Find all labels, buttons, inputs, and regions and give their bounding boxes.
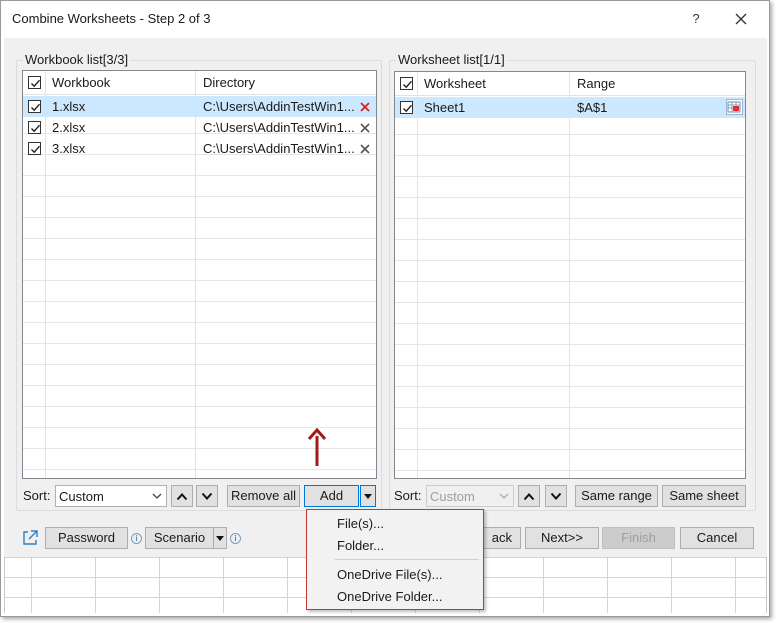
annotation-arrow-icon: [307, 428, 327, 466]
directory-column-header[interactable]: Directory: [203, 75, 255, 90]
workbook-sort-label: Sort:: [23, 488, 51, 503]
dialog-body: Workbook list[3/3] Workbook Directory 1.…: [4, 38, 767, 557]
worksheet-sort-select[interactable]: Custom: [426, 485, 514, 507]
workbook-move-up-button[interactable]: [171, 485, 193, 507]
menu-item-files[interactable]: File(s)...: [337, 516, 384, 531]
workbook-directory: C:\Users\AddinTestWin1...: [203, 99, 355, 114]
window-title: Combine Worksheets - Step 2 of 3: [12, 11, 211, 26]
workbook-name: 1.xlsx: [52, 99, 86, 114]
external-link-icon: [23, 530, 38, 545]
add-dropdown-button[interactable]: [360, 485, 376, 507]
cancel-button[interactable]: Cancel: [680, 527, 754, 549]
workbook-grid-header: Workbook Directory: [23, 71, 376, 95]
select-all-workbooks-checkbox[interactable]: [28, 76, 41, 89]
range-column-header[interactable]: Range: [577, 76, 615, 91]
scenario-dropdown-button[interactable]: [213, 527, 227, 549]
password-info-icon[interactable]: i: [131, 533, 142, 544]
worksheet-row-checkbox[interactable]: [400, 101, 413, 114]
chevron-down-icon: [550, 492, 562, 500]
remove-row-icon[interactable]: [360, 102, 370, 112]
check-icon: [31, 79, 41, 88]
workbook-name: 2.xlsx: [52, 120, 86, 135]
worksheet-name: Sheet1: [424, 100, 466, 115]
remove-row-icon[interactable]: [360, 144, 370, 154]
chevron-down-icon: [201, 492, 213, 500]
menu-item-folder[interactable]: Folder...: [337, 538, 384, 553]
help-button[interactable]: ?: [683, 6, 709, 32]
finish-button: Finish: [602, 527, 675, 549]
chevron-down-icon: [152, 493, 162, 499]
menu-item-onedrive-files[interactable]: OneDrive File(s)...: [337, 567, 442, 582]
workbook-sort-value: Custom: [59, 489, 104, 504]
share-link-button[interactable]: [21, 529, 39, 550]
check-icon: [403, 80, 413, 89]
table-row[interactable]: 1.xlsx C:\Users\AddinTestWin1...: [23, 96, 376, 117]
next-button[interactable]: Next>>: [525, 527, 599, 549]
workbook-move-down-button[interactable]: [196, 485, 218, 507]
add-button[interactable]: Add: [304, 485, 359, 507]
column-divider: [417, 72, 418, 478]
scenario-info-icon[interactable]: i: [230, 533, 241, 544]
select-all-worksheets-checkbox[interactable]: [400, 77, 413, 90]
range-picker-button[interactable]: [726, 99, 743, 115]
chevron-down-icon: [499, 493, 509, 499]
chevron-up-icon: [176, 493, 188, 501]
worksheet-grid-header: Worksheet Range: [395, 72, 745, 96]
close-button[interactable]: [728, 6, 754, 32]
same-range-button[interactable]: Same range: [575, 485, 658, 507]
range-select-icon: [727, 101, 741, 113]
worksheet-range: $A$1: [577, 100, 608, 115]
check-icon: [31, 103, 41, 112]
remove-row-icon[interactable]: [360, 123, 370, 133]
workbook-row-checkbox[interactable]: [28, 142, 41, 155]
column-divider: [569, 72, 570, 478]
workbook-row-checkbox[interactable]: [28, 121, 41, 134]
menu-item-onedrive-folder[interactable]: OneDrive Folder...: [337, 589, 443, 604]
table-row[interactable]: Sheet1 $A$1: [395, 97, 745, 118]
worksheet-list-title: Worksheet list[1/1]: [396, 52, 507, 67]
close-icon: [735, 13, 747, 25]
worksheet-move-down-button[interactable]: [545, 485, 567, 507]
check-icon: [31, 145, 41, 154]
workbook-column-header[interactable]: Workbook: [52, 75, 110, 90]
caret-down-icon: [216, 536, 224, 541]
worksheet-move-up-button[interactable]: [518, 485, 540, 507]
table-row[interactable]: 3.xlsx C:\Users\AddinTestWin1...: [23, 138, 376, 159]
worksheet-sort-value: Custom: [430, 489, 475, 504]
check-icon: [403, 104, 413, 113]
workbook-grid[interactable]: Workbook Directory 1.xlsx C:\Users\Addin…: [22, 70, 377, 479]
workbook-sort-select[interactable]: Custom: [55, 485, 167, 507]
workbook-directory: C:\Users\AddinTestWin1...: [203, 141, 355, 156]
scenario-button[interactable]: Scenario: [145, 527, 214, 549]
workbook-name: 3.xlsx: [52, 141, 86, 156]
worksheet-column-header[interactable]: Worksheet: [424, 76, 486, 91]
workbook-directory: C:\Users\AddinTestWin1...: [203, 120, 355, 135]
workbook-row-checkbox[interactable]: [28, 100, 41, 113]
chevron-up-icon: [523, 493, 535, 501]
workbook-list-title: Workbook list[3/3]: [23, 52, 131, 67]
remove-all-button[interactable]: Remove all: [227, 485, 300, 507]
worksheet-sort-label: Sort:: [394, 488, 422, 503]
menu-separator: [335, 559, 479, 560]
add-dropdown-menu: File(s)... Folder... OneDrive File(s)...…: [306, 509, 484, 610]
title-bar: Combine Worksheets - Step 2 of 3 ?: [0, 0, 770, 38]
caret-down-icon: [364, 494, 372, 499]
check-icon: [31, 124, 41, 133]
worksheet-grid[interactable]: Worksheet Range Sheet1 $A$1: [394, 71, 746, 479]
table-row[interactable]: 2.xlsx C:\Users\AddinTestWin1...: [23, 117, 376, 138]
same-sheet-button[interactable]: Same sheet: [662, 485, 746, 507]
password-button[interactable]: Password: [45, 527, 128, 549]
